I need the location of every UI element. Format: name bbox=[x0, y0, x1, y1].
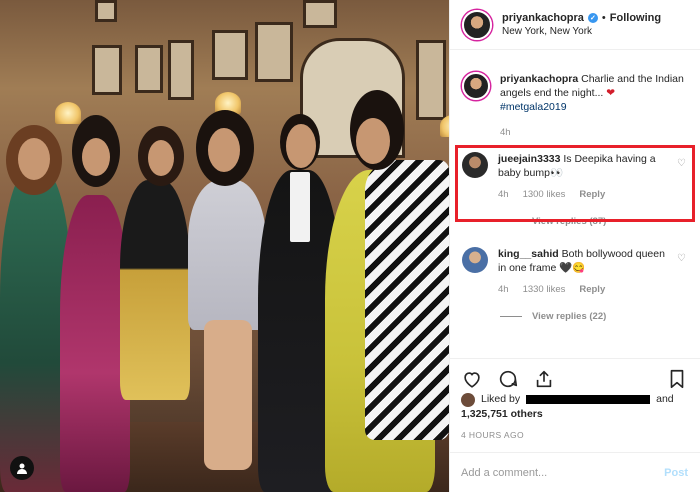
shirt bbox=[290, 172, 310, 242]
verified-icon: ✓ bbox=[587, 13, 598, 23]
post-photo[interactable] bbox=[0, 0, 449, 492]
person-face bbox=[286, 124, 316, 168]
bookmark-icon[interactable] bbox=[666, 368, 688, 390]
zebra-coat bbox=[365, 160, 449, 440]
view-replies-button[interactable]: View replies (22) bbox=[450, 311, 700, 322]
hashtag-link[interactable]: #metgala2019 bbox=[500, 101, 567, 113]
add-comment-bar: Post bbox=[449, 452, 700, 492]
wall-frame bbox=[95, 0, 117, 22]
following-button[interactable]: Following bbox=[610, 12, 661, 24]
separator-dot: • bbox=[601, 12, 606, 24]
person bbox=[120, 180, 190, 400]
liked-by-prefix: Liked by bbox=[481, 393, 521, 405]
post-button[interactable]: Post bbox=[664, 467, 688, 479]
heart-icon[interactable] bbox=[461, 368, 483, 390]
person-face bbox=[208, 128, 240, 172]
location-link[interactable]: New York, New York bbox=[502, 26, 661, 37]
comment-icon[interactable] bbox=[497, 368, 519, 390]
comment-avatar[interactable] bbox=[462, 247, 488, 273]
caption-avatar[interactable] bbox=[462, 72, 490, 100]
tagged-people-icon[interactable] bbox=[10, 456, 34, 480]
redacted-username bbox=[526, 395, 651, 404]
wall-frame bbox=[303, 0, 337, 28]
divider-line bbox=[500, 316, 522, 317]
wall-frame bbox=[92, 45, 122, 95]
comment-emoji: 🖤😋 bbox=[559, 262, 586, 274]
profile-icon bbox=[17, 463, 27, 474]
person-face bbox=[82, 138, 110, 176]
liked-by-suffix: and bbox=[656, 393, 674, 405]
likes-count[interactable]: 1,325,751 others bbox=[461, 407, 691, 422]
post-header: priyankachopra ✓ • Following New York, N… bbox=[450, 0, 700, 50]
comment-input[interactable] bbox=[461, 466, 665, 479]
author-username[interactable]: priyankachopra bbox=[502, 12, 584, 24]
person bbox=[188, 180, 266, 330]
comment-likes[interactable]: 1330 likes bbox=[523, 283, 566, 297]
liker-avatar[interactable] bbox=[461, 392, 475, 407]
comment-like-heart-icon[interactable]: ♡ bbox=[677, 253, 686, 264]
post-timestamp: 4 HOURS AGO bbox=[461, 430, 524, 440]
caption-time: 4h bbox=[500, 127, 511, 138]
likes-summary: Liked by and 1,325,751 others bbox=[461, 392, 691, 422]
comment-time: 4h bbox=[498, 284, 509, 295]
person-face bbox=[18, 138, 50, 180]
share-icon[interactable] bbox=[533, 368, 555, 390]
comment: king__sahid Both bollywood queen in one … bbox=[450, 247, 700, 297]
person-legs bbox=[204, 320, 252, 470]
wall-frame bbox=[212, 30, 248, 80]
wall-frame bbox=[168, 40, 194, 100]
caption-username[interactable]: priyankachopra bbox=[500, 73, 578, 85]
wall-frame bbox=[255, 22, 293, 82]
highlight-box bbox=[455, 145, 695, 222]
person-face bbox=[148, 140, 174, 176]
reply-button[interactable]: Reply bbox=[579, 283, 605, 297]
heart-emoji: ❤ bbox=[606, 87, 616, 99]
wall-frame bbox=[416, 40, 446, 120]
caption: priyankachopra Charlie and the Indian an… bbox=[450, 50, 700, 140]
wall-frame bbox=[135, 45, 163, 93]
person-face bbox=[356, 118, 390, 164]
author-avatar[interactable] bbox=[462, 9, 492, 40]
view-replies-label: View replies (22) bbox=[532, 311, 607, 322]
wall-lamp bbox=[55, 102, 81, 124]
comment-username[interactable]: king__sahid bbox=[498, 248, 559, 260]
